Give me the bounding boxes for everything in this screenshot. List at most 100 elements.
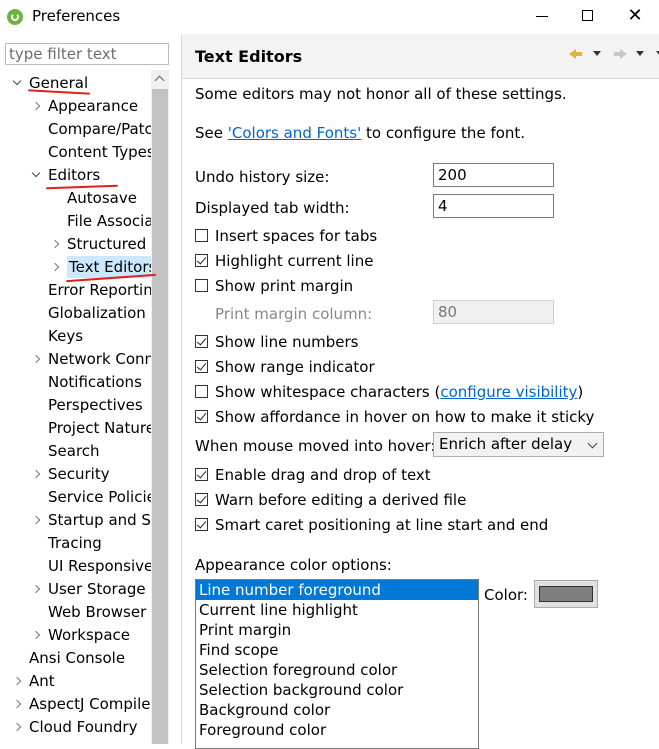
tree-item[interactable]: Globalization: [0, 302, 151, 324]
page-title: Text Editors: [195, 47, 303, 66]
list-item[interactable]: Foreground color: [196, 720, 478, 740]
collapsed-chevron-icon[interactable]: [12, 716, 22, 738]
back-history-dropdown-icon[interactable]: [593, 51, 601, 56]
checkbox-box[interactable]: [195, 229, 208, 242]
collapsed-chevron-icon[interactable]: [50, 256, 60, 278]
tree-item[interactable]: File Associations: [0, 210, 151, 232]
window-title: Preferences: [32, 7, 121, 25]
checkbox-box[interactable]: [195, 385, 208, 398]
tree-item-label: Ant: [29, 672, 55, 690]
spring-app-icon: [7, 9, 23, 25]
colors-and-fonts-link[interactable]: 'Colors and Fonts': [228, 124, 361, 142]
collapsed-chevron-icon[interactable]: [31, 578, 41, 600]
color-label: Color:: [484, 586, 528, 604]
scroll-thumb[interactable]: [152, 89, 168, 744]
page-header: Text Editors: [182, 34, 659, 79]
tree-item[interactable]: Autosave: [0, 187, 151, 209]
collapsed-chevron-icon[interactable]: [31, 463, 41, 485]
configure-visibility-link[interactable]: configure visibility: [440, 383, 577, 401]
font-hint: See 'Colors and Fonts' to configure the …: [195, 124, 525, 142]
hover-mode-select[interactable]: Enrich after delay: [433, 432, 604, 457]
filter-input[interactable]: [5, 43, 169, 65]
collapsed-chevron-icon[interactable]: [31, 509, 41, 531]
maximize-button[interactable]: [565, 0, 611, 32]
tree-item[interactable]: Notifications: [0, 371, 151, 393]
checkbox-box[interactable]: [195, 254, 208, 267]
back-arrow-icon[interactable]: [569, 46, 583, 60]
tree-item[interactable]: Appearance: [0, 95, 151, 117]
checkbox-box[interactable]: [195, 468, 208, 481]
tree-item[interactable]: Content Types: [0, 141, 151, 163]
expanded-chevron-icon[interactable]: [31, 164, 41, 186]
see-suffix: to configure the font.: [361, 124, 526, 142]
forward-history-dropdown-icon[interactable]: [636, 51, 644, 56]
settings-note: Some editors may not honor all of these …: [195, 85, 567, 103]
list-item[interactable]: Background color: [196, 700, 478, 720]
checkbox-box[interactable]: [195, 360, 208, 373]
tree-item[interactable]: Keys: [0, 325, 151, 347]
print-margin-column-input: [433, 300, 554, 324]
color-swatch: [539, 586, 593, 602]
scroll-up-arrow-icon[interactable]: [151, 70, 169, 88]
collapsed-chevron-icon[interactable]: [12, 670, 22, 692]
tree-scrollbar[interactable]: [151, 70, 169, 744]
tree-item[interactable]: Security: [0, 463, 151, 485]
tree-item-label: Startup and Shutdown: [48, 511, 151, 529]
tree-item-label: Project Natures: [48, 419, 151, 437]
tree-item[interactable]: User Storage Service: [0, 578, 151, 600]
color-picker-button[interactable]: [534, 580, 598, 608]
tree-item-label: Autosave: [67, 189, 137, 207]
appearance-color-list[interactable]: Line number foreground Current line highl…: [195, 579, 479, 749]
tree-item[interactable]: Perspectives: [0, 394, 151, 416]
checkbox-box[interactable]: [195, 279, 208, 292]
tree-item[interactable]: Editors: [0, 164, 151, 186]
list-item[interactable]: Current line highlight: [196, 600, 478, 620]
undo-history-input[interactable]: [433, 163, 554, 187]
tree-item[interactable]: Startup and Shutdown: [0, 509, 151, 531]
tree-item[interactable]: Web Browser: [0, 601, 151, 623]
list-item[interactable]: Selection foreground color: [196, 660, 478, 680]
tree-item[interactable]: Cloud Foundry: [0, 716, 151, 738]
tab-width-input[interactable]: [433, 194, 554, 218]
list-item[interactable]: Selection background color: [196, 680, 478, 700]
checkbox-box[interactable]: [195, 493, 208, 506]
tree-item[interactable]: AspectJ Compiler: [0, 693, 151, 715]
tree-item[interactable]: Project Natures: [0, 417, 151, 439]
minimize-button[interactable]: [519, 0, 565, 32]
list-item[interactable]: Find scope: [196, 640, 478, 660]
close-button[interactable]: ✕: [612, 0, 658, 32]
tree-item[interactable]: Text Editors: [0, 256, 151, 278]
tree-item[interactable]: Service Policies: [0, 486, 151, 508]
tree-item-label: Search: [48, 442, 100, 460]
checkbox-box[interactable]: [195, 410, 208, 423]
checkbox-box[interactable]: [195, 335, 208, 348]
hover-mode-label: When mouse moved into hover:: [195, 437, 436, 455]
tree-item[interactable]: Tracing: [0, 532, 151, 554]
list-item[interactable]: Print margin: [196, 620, 478, 640]
tree-item[interactable]: UI Responsiveness: [0, 555, 151, 577]
checkbox-box[interactable]: [195, 518, 208, 531]
tree-item-label: Web Browser: [48, 603, 147, 621]
tree-item[interactable]: Network Connections: [0, 348, 151, 370]
tree-item-label: Structured: [67, 235, 147, 253]
list-item[interactable]: Line number foreground: [196, 580, 478, 600]
tree-item[interactable]: Workspace: [0, 624, 151, 646]
whitespace-label: Show whitespace characters (: [215, 383, 441, 401]
collapsed-chevron-icon[interactable]: [31, 348, 41, 370]
tree-item[interactable]: Ant: [0, 670, 151, 692]
tree-item[interactable]: Error Reporting: [0, 279, 151, 301]
tree-item[interactable]: Compare/Patch: [0, 118, 151, 140]
tree-item-label: Error Reporting: [48, 281, 151, 299]
expanded-chevron-icon[interactable]: [12, 72, 22, 94]
tree-item[interactable]: Structured: [0, 233, 151, 255]
tree-item[interactable]: Ansi Console: [0, 647, 151, 669]
collapsed-chevron-icon[interactable]: [50, 233, 60, 255]
appearance-color-label: Appearance color options:: [195, 556, 392, 574]
collapsed-chevron-icon[interactable]: [31, 95, 41, 117]
tree-item[interactable]: General: [0, 72, 151, 94]
collapsed-chevron-icon[interactable]: [12, 693, 22, 715]
tree-item[interactable]: Search: [0, 440, 151, 462]
collapsed-chevron-icon[interactable]: [31, 624, 41, 646]
forward-arrow-icon[interactable]: [613, 46, 627, 60]
sash[interactable]: [181, 34, 182, 744]
